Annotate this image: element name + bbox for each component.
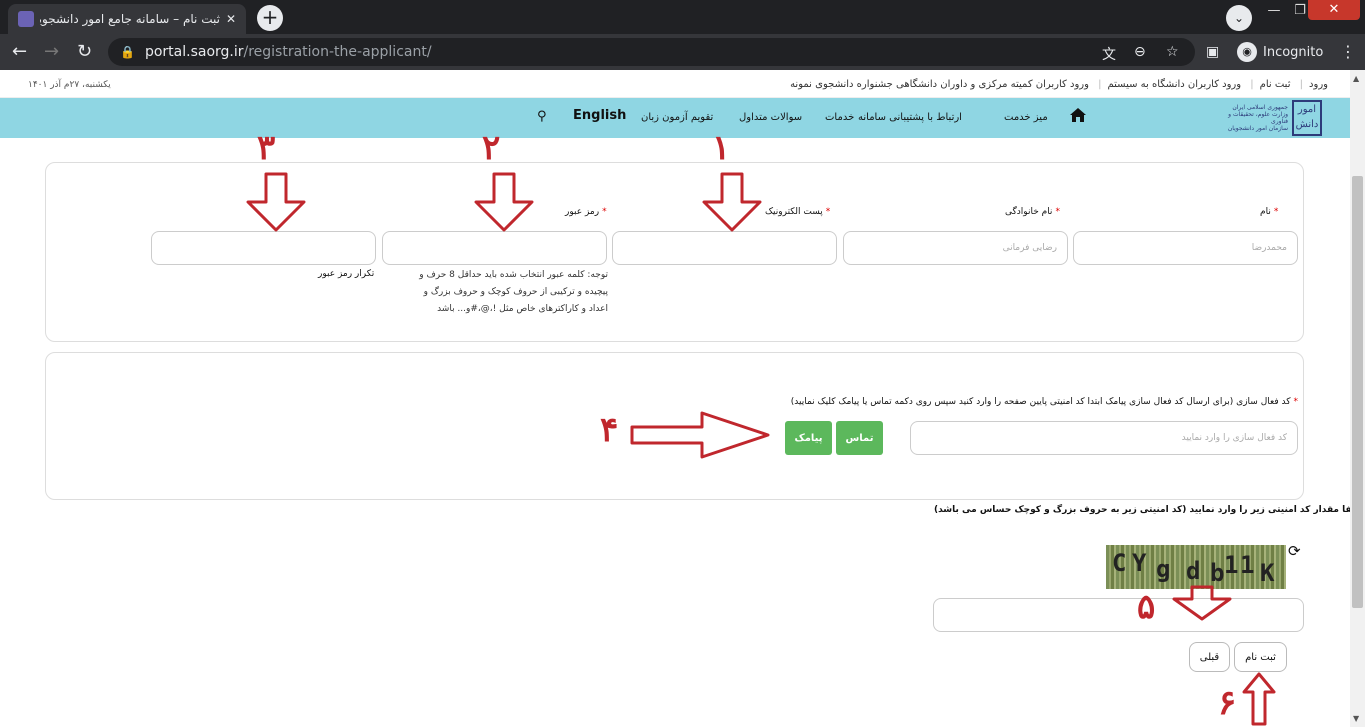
page-scrollbar[interactable]: ▲ ▼ [1350,70,1365,727]
nav-services[interactable]: خدمات [825,112,854,123]
annotation-arrow-right-icon [630,411,770,459]
translate-icon[interactable]: 文 [1102,44,1116,64]
committee-login-link[interactable]: ورود کاربران کمیته مرکزی و داوران دانشگا… [790,79,1089,90]
captcha-instruction: لطفا مقدار کد امنیتی زیر را وارد نمایید … [934,505,1365,515]
captcha-char: b [1210,559,1225,587]
annotation-arrow-down-icon [246,172,306,232]
top-links-bar: ورود| ثبت نام| ورود کاربران دانشگاه به س… [0,70,1350,98]
register-button[interactable]: ثبت نام [1234,642,1287,672]
nav-service-desk[interactable]: میز خدمت [1004,112,1048,123]
top-links: ورود| ثبت نام| ورود کاربران دانشگاه به س… [790,79,1328,90]
annotation-arrow-down-icon [702,172,762,232]
sms-button[interactable]: پیامک [785,421,832,455]
activation-label: *کد فعال سازی (برای ارسال کد فعال سازی پ… [790,397,1298,407]
tab-search-button[interactable]: ⌄ [1226,5,1252,31]
password-hint: توجه: کلمه عبور انتخاب شده باید حداقل 8 … [419,270,608,314]
incognito-indicator[interactable]: ◉ Incognito [1233,40,1328,64]
reload-icon[interactable]: ↻ [77,42,92,62]
nav-faq[interactable]: سوالات متداول [739,112,802,123]
new-tab-button[interactable]: + [257,5,283,31]
zoom-icon[interactable]: ⊖ [1134,44,1146,60]
annotation-arrow-up-icon [1242,672,1276,726]
address-bar-row: ← → ↻ 🔒 portal.saorg.ir /registration-th… [0,34,1365,70]
annotation-number-3: ۳ [257,128,276,168]
url-bar[interactable]: 🔒 portal.saorg.ir /registration-the-appl… [108,38,1195,66]
annotation-number-1: ۱ [712,128,731,168]
browser-tab-bar: ثبت نام – سامانه جامع امور دانشجویان (سج… [0,0,1365,34]
forward-icon[interactable]: → [44,42,59,62]
bookmark-star-icon[interactable]: ☆ [1166,44,1179,60]
annotation-number-5: ۵ [1137,587,1156,627]
close-tab-icon[interactable]: ✕ [226,12,236,26]
annotation-number-4: ۴ [600,410,619,450]
tab-title: ثبت نام – سامانه جامع امور دانشجویان (سج [40,12,220,26]
captcha-char: K [1260,559,1275,587]
login-link[interactable]: ورود [1309,79,1328,90]
email-label: *پست الکترونیک [765,207,831,217]
call-button[interactable]: تماس [836,421,883,455]
first-name-input[interactable] [1073,231,1298,265]
previous-button[interactable]: قبلی [1189,642,1230,672]
url-path: /registration-the-applicant/ [243,44,432,60]
incognito-icon: ◉ [1237,42,1257,62]
browser-tab[interactable]: ثبت نام – سامانه جامع امور دانشجویان (سج… [8,4,246,34]
logo-emblem-icon: امور دانش [1292,100,1322,136]
nav-english[interactable]: English [573,108,626,123]
main-navbar: امور دانش جمهوری اسلامی ایران وزارت علوم،… [0,98,1350,138]
email-input[interactable] [612,231,837,265]
annotation-number-6: ۶ [1218,683,1237,723]
password-label: *رمز عبور [565,207,607,217]
scrollbar-thumb[interactable] [1352,176,1363,608]
url-host: portal.saorg.ir [144,44,244,60]
site-logo[interactable]: امور دانش جمهوری اسلامی ایران وزارت علوم،… [1218,100,1322,136]
captcha-char: 1 [1224,551,1239,579]
first-name-label: *نام [1260,207,1279,217]
confirm-password-label: تکرار رمز عبور [318,269,375,279]
password-input[interactable] [382,231,607,265]
register-link[interactable]: ثبت نام [1260,79,1291,90]
lock-icon: 🔒 [120,45,135,59]
current-date: یکشنبه، ۲۷م آذر ۱۴۰۱ [28,80,111,90]
university-login-link[interactable]: ورود کاربران دانشگاه به سیستم [1108,79,1242,90]
last-name-input[interactable] [843,231,1068,265]
home-icon[interactable] [1069,107,1087,123]
captcha-char: g [1156,555,1171,583]
browser-menu-icon[interactable]: ⋮ [1340,42,1356,61]
activation-code-input[interactable] [910,421,1298,455]
refresh-captcha-icon[interactable]: ⟳ [1288,542,1301,560]
captcha-char: 1 [1240,551,1255,579]
scroll-up-icon[interactable]: ▲ [1353,74,1359,83]
confirm-password-input[interactable] [151,231,376,265]
window-close-button[interactable]: ✕ [1308,0,1360,20]
site-favicon-icon [18,11,34,27]
annotation-number-2: ۲ [482,128,501,168]
nav-language-exam-calendar[interactable]: تقویم آزمون زبان [641,112,713,123]
scroll-down-icon[interactable]: ▼ [1353,714,1359,723]
annotation-arrow-down-icon [1172,585,1232,621]
captcha-input[interactable] [933,598,1304,632]
incognito-label: Incognito [1263,44,1324,60]
search-icon[interactable]: ⚲ [537,109,547,124]
captcha-image: C Y g d b 1 1 K [1106,545,1286,589]
back-icon[interactable]: ← [12,42,27,62]
minimize-icon[interactable]: — [1262,2,1286,20]
annotation-arrow-down-icon [474,172,534,232]
captcha-char: C [1112,549,1127,577]
nav-support[interactable]: ارتباط با پشتیبانی سامانه [858,112,962,123]
captcha-char: d [1186,557,1201,585]
last-name-label: *نام خانوادگی [1005,207,1060,217]
captcha-char: Y [1132,549,1147,577]
sidebar-icon[interactable]: ▣ [1206,44,1219,60]
logo-text: جمهوری اسلامی ایران وزارت علوم، تحقیقات … [1227,104,1288,132]
